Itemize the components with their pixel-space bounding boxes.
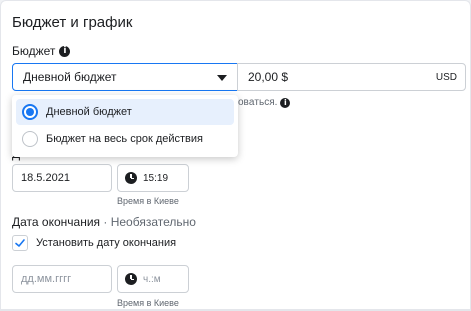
caret-down-icon <box>217 75 227 81</box>
end-date-label: Дата окончания · Необязательно <box>12 215 196 229</box>
start-date-input[interactable]: 18.5.2021 <box>12 164 112 192</box>
end-date-placeholder: дд.мм.гггг <box>21 273 72 285</box>
budget-type-dropdown: Дневной бюджет Бюджет на весь срок дейст… <box>12 95 238 157</box>
option-label: Бюджет на весь срок действия <box>46 133 203 145</box>
set-end-date-label: Установить дату окончания <box>36 237 177 249</box>
start-time-input[interactable]: 15:19 <box>117 164 189 192</box>
budget-hint-text: овaться. <box>238 97 278 108</box>
budget-label: Бюджет i <box>12 44 71 58</box>
clock-icon <box>125 273 137 285</box>
budget-schedule-card: Бюджет и график Бюджет i Дневной бюджет … <box>0 0 471 311</box>
budget-amount-input[interactable]: 20,00 $ USD <box>237 63 466 91</box>
checkmark-icon <box>15 239 25 247</box>
dropdown-option-lifetime[interactable]: Бюджет на весь срок действия <box>16 126 234 152</box>
currency-label: USD <box>435 71 457 83</box>
start-timezone-label: Время в Киеве <box>117 196 179 206</box>
clock-icon <box>125 172 137 184</box>
option-label: Дневной бюджет <box>46 106 132 118</box>
budget-label-text: Бюджет <box>12 44 56 58</box>
end-time-placeholder: ч.:м <box>143 273 161 285</box>
set-end-date-row[interactable]: Установить дату окончания <box>12 235 176 251</box>
start-time-value: 15:19 <box>143 172 169 184</box>
dropdown-option-daily[interactable]: Дневной бюджет <box>16 99 234 125</box>
budget-type-value: Дневной бюджет <box>23 70 117 84</box>
end-timezone-label: Время в Киеве <box>117 298 179 308</box>
info-icon[interactable]: i <box>280 97 291 108</box>
section-title: Бюджет и график <box>12 14 133 31</box>
budget-amount-value: 20,00 $ <box>248 70 289 84</box>
info-icon[interactable]: i <box>59 45 71 57</box>
set-end-date-checkbox[interactable] <box>12 235 28 251</box>
end-date-input[interactable]: дд.мм.гггг <box>12 265 112 293</box>
budget-hint: овaться. i <box>238 97 291 108</box>
end-date-label-text: Дата окончания <box>12 215 101 229</box>
end-time-input[interactable]: ч.:м <box>117 265 189 293</box>
budget-type-select[interactable]: Дневной бюджет <box>12 63 238 91</box>
optional-label: · Необязательно <box>100 215 196 229</box>
start-date-value: 18.5.2021 <box>21 172 70 184</box>
radio-selected[interactable] <box>22 104 38 120</box>
radio-unselected[interactable] <box>22 131 38 147</box>
